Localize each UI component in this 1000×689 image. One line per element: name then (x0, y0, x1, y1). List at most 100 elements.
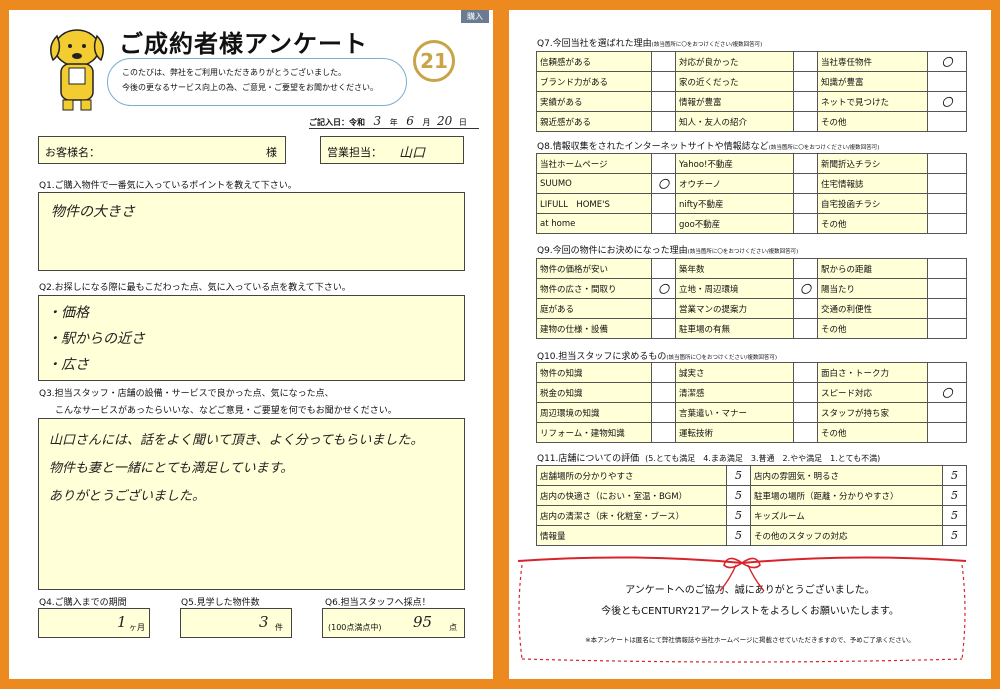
q8-answer-cell[interactable] (793, 173, 818, 194)
q9-row: 建物の仕様・設備 駐車場の有無 その他 (536, 318, 967, 339)
q10-row: 周辺環境の知識 言葉遣い・マナー スタッフが持ち家 (536, 402, 967, 423)
q7-answer-cell[interactable] (793, 111, 818, 132)
q8-option-label: nifty不動産 (675, 193, 794, 214)
q8-answer-cell[interactable] (927, 173, 967, 194)
q9-answer-cell[interactable]: 〇 (651, 278, 676, 299)
q2-answer-3: ・広さ (47, 357, 89, 373)
q10-option-label: 清潔感 (675, 382, 794, 403)
q8-answer-cell[interactable] (651, 213, 676, 234)
q8-answer-cell[interactable] (651, 193, 676, 214)
q8-option-label: 新聞折込チラシ (817, 153, 928, 174)
q10-answer-cell[interactable] (793, 382, 818, 403)
q10-answer-cell[interactable] (651, 362, 676, 383)
date-day: 20 (437, 114, 453, 128)
q7-answer-cell[interactable]: 〇 (927, 91, 967, 112)
q10-option-label: 誠実さ (675, 362, 794, 383)
q11-answer-cell[interactable]: 5 (726, 525, 751, 546)
q7-option-label: 家の近くだった (675, 71, 794, 92)
q10-answer-cell[interactable] (927, 362, 967, 383)
q10-answer-cell[interactable] (927, 422, 967, 443)
q3-answer-2: 物件も妻と一緒にとても満足しています。 (49, 461, 294, 476)
q11-answer-cell[interactable]: 5 (942, 485, 967, 506)
q8-answer-cell[interactable] (651, 153, 676, 174)
q9-answer-cell[interactable]: 〇 (793, 278, 818, 299)
q10-answer-cell[interactable] (651, 422, 676, 443)
ribbon-frame-icon (517, 556, 967, 663)
q10-answer-cell[interactable] (793, 362, 818, 383)
purchase-tag: 購入 (461, 10, 489, 23)
q9-option-label: 築年数 (675, 258, 794, 279)
survey-left-page: 購入 ご成約者様アンケート このたびは、弊社をご利用いただきありがとうございまし… (9, 10, 493, 679)
q9-answer-cell[interactable] (651, 318, 676, 339)
q9-answer-cell[interactable] (651, 298, 676, 319)
q10-answer-cell[interactable]: 〇 (927, 382, 967, 403)
q10-answer-cell[interactable] (651, 402, 676, 423)
q9-question-text: Q9.今回の物件にお決めになった理由 (537, 246, 688, 256)
q7-answer-cell[interactable] (651, 51, 676, 72)
q8-table: 当社ホームページ Yahoo!不動産 新聞折込チラシ SUUMO 〇オウチーノ 住宅情報誌… (536, 153, 967, 234)
q4-answer-box[interactable]: 1 ヶ月 (38, 608, 150, 638)
q11-answer-cell[interactable]: 5 (942, 505, 967, 526)
q10-answer-cell[interactable] (793, 422, 818, 443)
q9-option-label: その他 (817, 318, 928, 339)
q7-answer-cell[interactable] (793, 71, 818, 92)
q9-row: 物件の価格が安い 築年数 駅からの距離 (536, 258, 967, 279)
q7-question-text: Q7.今回当社を選ばれた理由 (537, 39, 652, 49)
q7-answer-cell[interactable] (793, 91, 818, 112)
q4-question: Q4.ご購入までの期間 (39, 598, 127, 608)
q10-table: 物件の知識 誠実さ 面白さ・トーク力 税金の知識 清潔感 スピード対応〇周辺環境の知識 言葉… (536, 362, 967, 443)
q9-answer-cell[interactable] (651, 258, 676, 279)
q6-answer-box[interactable]: (100点満点中) 95 点 (322, 608, 465, 638)
q9-answer-cell[interactable] (793, 298, 818, 319)
q2-answer-box[interactable]: ・価格 ・駅からの近さ ・広さ (38, 295, 465, 381)
q10-answer-cell[interactable] (927, 402, 967, 423)
q8-answer-cell[interactable] (793, 213, 818, 234)
q9-answer-cell[interactable] (927, 318, 967, 339)
q11-answer-cell[interactable]: 5 (942, 525, 967, 546)
q3-answer-1: 山口さんには、話をよく聞いて頂き、よく分ってもらいました。 (49, 433, 424, 448)
greeting-line-1: このたびは、弊社をご利用いただきありがとうございました。 (122, 68, 346, 77)
q10-row: 税金の知識 清潔感 スピード対応〇 (536, 382, 967, 403)
sales-staff-field[interactable]: 営業担当： 山口 (320, 136, 464, 164)
q9-answer-cell[interactable] (927, 298, 967, 319)
q7-answer-cell[interactable] (927, 71, 967, 92)
q11-answer-cell[interactable]: 5 (726, 485, 751, 506)
q7-row: 親近感がある 知人・友人の紹介 その他 (536, 111, 967, 132)
q8-answer-cell[interactable] (927, 153, 967, 174)
q11-answer-cell[interactable]: 5 (726, 505, 751, 526)
century21-logo-icon: 21 (413, 40, 455, 82)
q11-answer-cell[interactable]: 5 (942, 465, 967, 486)
q9-answer-cell[interactable] (793, 258, 818, 279)
q5-question: Q5.見学した物件数 (181, 598, 260, 608)
q9-row: 庭がある 営業マンの提案力 交通の利便性 (536, 298, 967, 319)
q7-answer-cell[interactable] (651, 91, 676, 112)
q9-answer-cell[interactable] (927, 258, 967, 279)
q8-answer-cell[interactable] (927, 213, 967, 234)
q9-answer-cell[interactable] (927, 278, 967, 299)
q7-answer-cell[interactable] (651, 71, 676, 92)
q1-answer-box[interactable]: 物件の大きさ (38, 192, 465, 271)
q7-answer-cell[interactable] (927, 111, 967, 132)
q10-answer-cell[interactable] (651, 382, 676, 403)
q9-option-label: 駐車場の有無 (675, 318, 794, 339)
q11-answer-cell[interactable]: 5 (726, 465, 751, 486)
q11-option-label: 店舗場所の分かりやすさ (536, 465, 727, 486)
q9-question-sub: (該当箇所に〇をおつけください/複数回答可) (687, 249, 799, 255)
q3-answer-box[interactable]: 山口さんには、話をよく聞いて頂き、よく分ってもらいました。 物件も妻と一緒にとて… (38, 418, 465, 590)
q7-row: 実績がある 情報が豊富 ネットで見つけた〇 (536, 91, 967, 112)
customer-name-field[interactable]: お客様名： 様 (38, 136, 286, 164)
q10-option-label: 運転技術 (675, 422, 794, 443)
q8-answer-cell[interactable] (793, 153, 818, 174)
q5-answer-box[interactable]: 3 件 (180, 608, 292, 638)
q8-answer-cell[interactable]: 〇 (651, 173, 676, 194)
dog-mascot-icon (50, 29, 104, 111)
q7-answer-cell[interactable] (793, 51, 818, 72)
q8-answer-cell[interactable] (927, 193, 967, 214)
q11-option-label: キッズルーム (750, 505, 943, 526)
q10-option-label: スタッフが持ち家 (817, 402, 928, 423)
q7-answer-cell[interactable] (651, 111, 676, 132)
q9-answer-cell[interactable] (793, 318, 818, 339)
q7-answer-cell[interactable]: 〇 (927, 51, 967, 72)
q8-answer-cell[interactable] (793, 193, 818, 214)
q10-answer-cell[interactable] (793, 402, 818, 423)
